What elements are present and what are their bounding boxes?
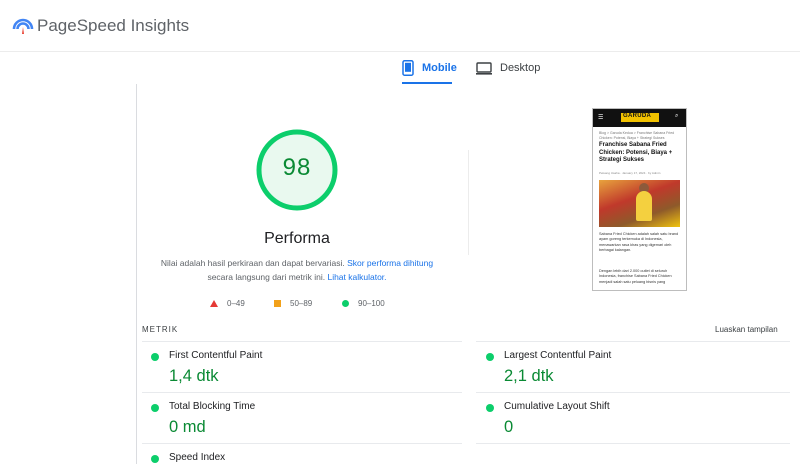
circle-icon xyxy=(342,300,349,307)
score-description-line1: Nilai adalah hasil perkiraan dan dapat b… xyxy=(150,258,444,268)
status-dot-icon xyxy=(486,404,494,412)
preview-figure-body xyxy=(636,191,652,221)
top-bar: PageSpeed Insights xyxy=(0,0,800,52)
status-dot-icon xyxy=(151,455,159,463)
search-icon: ⌕ xyxy=(675,113,679,119)
metric-value: 0 xyxy=(504,418,514,436)
metrics-section-label: METRIK xyxy=(142,325,179,334)
preview-meta: Peluang Usaha · January 17, 2024 · by Ad… xyxy=(599,171,661,175)
tab-desktop[interactable]: Desktop xyxy=(476,52,540,84)
score-calc-link[interactable]: Skor performa dihitung xyxy=(347,258,433,268)
score-category-title: Performa xyxy=(264,230,330,247)
divider xyxy=(476,341,790,342)
divider xyxy=(476,392,790,393)
metric-value: 2,1 dtk xyxy=(504,367,554,385)
metric-value: 0 md xyxy=(169,418,206,436)
preview-paragraph: Dengan lebih dari 2.000 outlet di seluru… xyxy=(599,269,672,284)
preview-paragraph: Sabana Fried Chicken adalah salah satu b… xyxy=(599,232,679,252)
status-dot-icon xyxy=(151,353,159,361)
status-dot-icon xyxy=(151,404,159,412)
triangle-icon xyxy=(210,300,218,307)
divider xyxy=(142,341,462,342)
expand-view-toggle[interactable]: Luaskan tampilan xyxy=(715,325,778,334)
preview-article-title: Franchise Sabana Fried Chicken: Potensi,… xyxy=(599,142,673,163)
legend-item-good: 90–100 xyxy=(342,299,385,308)
score-description-line2: secara langsung dari metrik ini. Lihat k… xyxy=(150,272,444,282)
tab-mobile-label: Mobile xyxy=(422,62,457,74)
legend-range: 50–89 xyxy=(290,299,313,308)
divider xyxy=(142,392,462,393)
score-description-text-2: secara langsung dari metrik ini. xyxy=(207,272,328,282)
metric-value: 1,4 dtk xyxy=(169,367,219,385)
legend-item-average: 50–89 xyxy=(274,299,312,308)
legend-item-poor: 0–49 xyxy=(210,299,245,308)
legend-range: 90–100 xyxy=(358,299,385,308)
left-divider xyxy=(136,84,137,464)
phone-icon xyxy=(402,60,414,76)
divider xyxy=(476,443,790,444)
tab-mobile[interactable]: Mobile xyxy=(402,52,457,84)
score-description-text: Nilai adalah hasil perkiraan dan dapat b… xyxy=(160,258,348,268)
menu-icon: ☰ xyxy=(598,115,604,121)
legend-range: 0–49 xyxy=(227,299,245,308)
monitor-icon xyxy=(476,61,492,75)
pagespeed-logo-icon[interactable] xyxy=(12,15,34,37)
center-divider xyxy=(468,150,469,255)
metric-label: Largest Contentful Paint xyxy=(504,350,612,361)
square-icon xyxy=(274,300,281,307)
metric-label: Cumulative Layout Shift xyxy=(504,401,610,412)
metric-label: Total Blocking Time xyxy=(169,401,256,412)
app-title[interactable]: PageSpeed Insights xyxy=(37,16,189,36)
active-tab-indicator xyxy=(402,82,452,84)
metric-label: Speed Index xyxy=(169,452,226,463)
score-value: 98 xyxy=(282,154,312,181)
preview-logo: GARUDA xyxy=(623,113,652,119)
page-screenshot-thumbnail: ☰ GARUDA ⌕ Blog > Garuda Kedua > Franchi… xyxy=(592,108,687,291)
divider xyxy=(142,443,462,444)
calculator-link[interactable]: Lihat kalkulator. xyxy=(327,272,386,282)
metric-label: First Contentful Paint xyxy=(169,350,263,361)
preview-breadcrumb: Blog > Garuda Kedua > Franchise Sabana F… xyxy=(599,131,675,140)
status-dot-icon xyxy=(486,353,494,361)
tab-desktop-label: Desktop xyxy=(500,62,541,74)
